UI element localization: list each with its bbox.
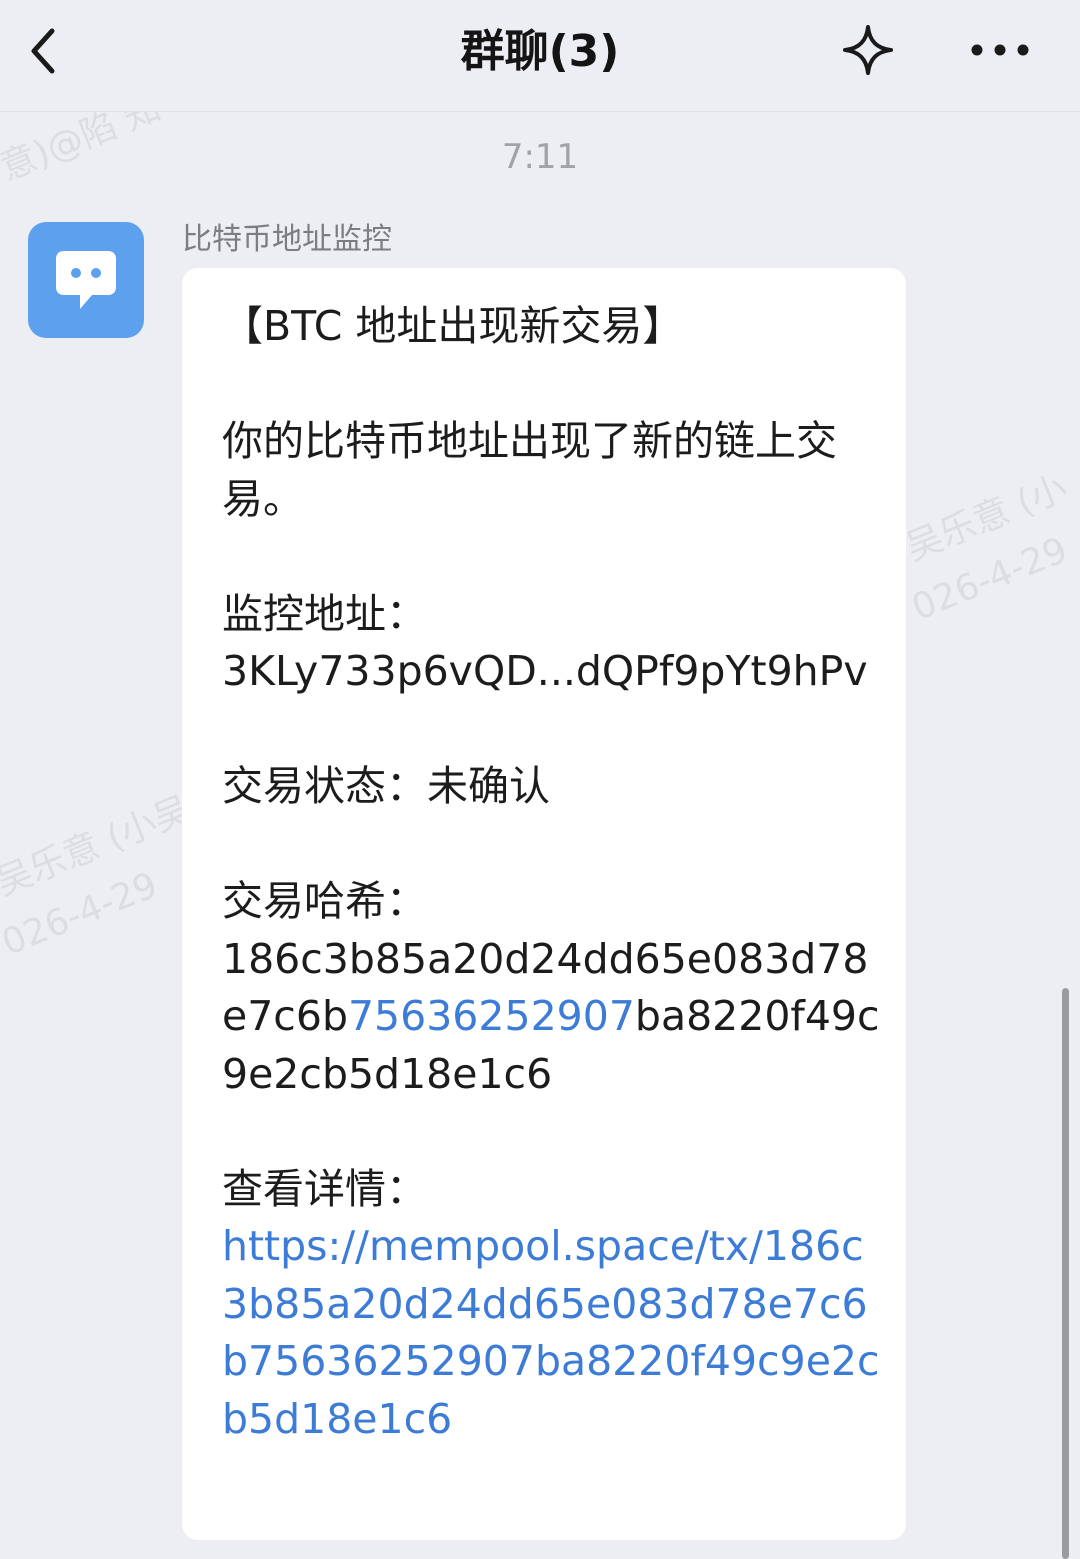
watermark-text: 吴乐意 (小吴	[0, 788, 197, 904]
more-dots-icon	[971, 44, 1029, 56]
message-intro: 你的比特币地址出现了新的链上交易。	[222, 417, 837, 523]
status-value: 未确认	[427, 762, 550, 810]
scrollbar[interactable]	[1062, 988, 1069, 1559]
more-button[interactable]	[964, 26, 1036, 74]
nav-bar: 群聊(3)	[0, 0, 1080, 112]
status-label: 交易状态：	[222, 762, 427, 810]
watermark-date: 026-4-29	[0, 864, 164, 964]
chat-bubble-icon	[56, 251, 116, 309]
details-link[interactable]: https://mempool.space/tx/186c3b85a20d24d…	[222, 1218, 886, 1448]
message-text: 【BTC 地址出现新交易】 你的比特币地址出现了新的链上交易。 监控地址： 3K…	[222, 298, 886, 1448]
watermark-text: 吴乐意 (小	[900, 467, 1073, 569]
sparkle-star-icon	[843, 25, 893, 75]
status-line: 交易状态：未确认	[222, 758, 886, 816]
message-bubble[interactable]: 【BTC 地址出现新交易】 你的比特币地址出现了新的链上交易。 监控地址： 3K…	[182, 268, 906, 1540]
hash-value: 186c3b85a20d24dd65e083d78e7c6b7563625290…	[222, 931, 886, 1104]
chat-title: 群聊(3)	[460, 26, 620, 77]
sender-name: 比特币地址监控	[182, 222, 392, 257]
hash-label: 交易哈希：	[222, 877, 427, 925]
watermark-date: 026-4-29	[906, 529, 1074, 629]
address-value: 3KLy733p6vQD...dQPf9pYt9hPv	[222, 647, 868, 695]
message-heading: 【BTC 地址出现新交易】	[222, 302, 684, 350]
address-label: 监控地址：	[222, 589, 427, 638]
hash-phone-link[interactable]: 75636252907	[348, 992, 635, 1040]
message-timestamp: 7:11	[501, 137, 579, 177]
star-button[interactable]	[838, 20, 898, 80]
avatar[interactable]	[28, 222, 144, 338]
details-label: 查看详情：	[222, 1164, 427, 1213]
